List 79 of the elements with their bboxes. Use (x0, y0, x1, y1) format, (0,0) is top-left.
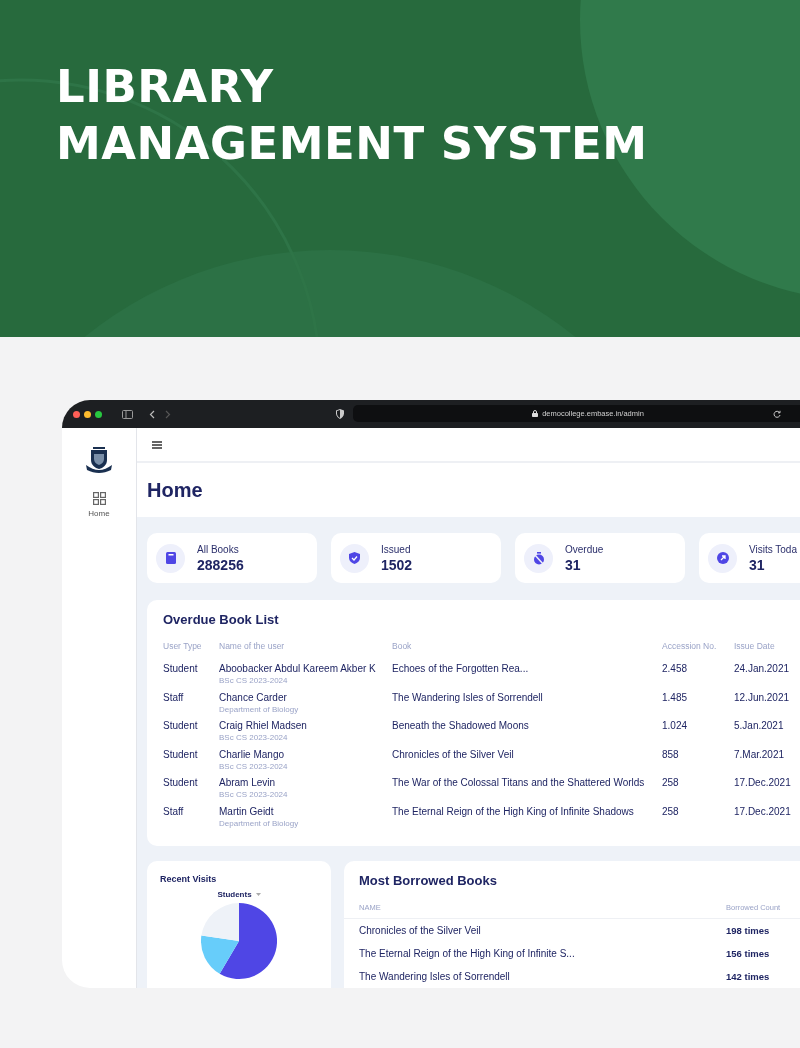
table-cell: Student (163, 663, 198, 674)
stat-value: 31 (565, 556, 582, 573)
column-header: User Type (163, 641, 202, 651)
sidebar-toggle-icon[interactable] (122, 409, 133, 419)
banner-title: LIBRARY (56, 59, 274, 115)
user-name: Chance Carder (219, 691, 287, 703)
table-cell: Chronicles of the Silver Veil (392, 748, 514, 760)
table-cell: 2.458 (662, 663, 688, 674)
user-detail: BSc CS 2023-2024 (219, 676, 288, 685)
stat-value: 288256 (197, 556, 244, 573)
table-cell: 5.Jan.2021 (734, 720, 784, 732)
timer-off-icon (532, 551, 545, 565)
nav-item[interactable]: Home (88, 492, 110, 518)
user-detail: BSc CS 2023-2024 (219, 761, 288, 771)
user-name: Martin Geidt (219, 805, 274, 817)
table-cell: 1.485 (662, 691, 688, 703)
caret-icon (255, 893, 261, 896)
table-cell: 12.Jun.2021 (734, 691, 790, 703)
table-cell: The Eternal Reign of the High King of Infinite Shadows (392, 805, 634, 817)
table-cell: The Wandering Isles of Sorrendell (392, 691, 543, 703)
borrow-count: 142 times (726, 971, 770, 982)
stat-label: Overdue (565, 543, 604, 555)
shield-icon[interactable] (336, 409, 344, 419)
user-name: Abram Levin (219, 777, 276, 789)
stat-label: Issued (381, 543, 412, 555)
lock-icon (532, 410, 539, 417)
card-title: Most Borrowed Books (359, 873, 497, 888)
user-detail: BSc CS 2023-2024 (219, 733, 288, 743)
table-cell: 258 (662, 805, 679, 817)
table-cell: 24.Jan.2021 (734, 663, 790, 674)
shield-icon (349, 552, 360, 564)
table-cell: 858 (662, 748, 679, 760)
card-title: Recent Visits (160, 874, 217, 884)
user-name: Aboobacker Abdul Kareem Akber K (219, 663, 376, 674)
borrow-count: 156 times (726, 948, 770, 959)
table-cell: 258 (662, 777, 679, 789)
minimize-window-button[interactable] (84, 410, 91, 418)
table-cell: Student (163, 777, 198, 789)
page-title: Home (147, 478, 203, 502)
table-cell: Student (163, 748, 198, 760)
stat-value: 31 (749, 556, 766, 573)
stat-label: All Books (197, 543, 240, 555)
borrow-count: 198 times (726, 925, 770, 936)
maximize-window-button[interactable] (95, 410, 102, 418)
reload-icon[interactable] (773, 409, 781, 418)
table-cell: 17.Dec.2021 (734, 805, 791, 817)
table-cell: Staff (163, 805, 184, 817)
table-cell: Staff (163, 691, 184, 703)
stat-value: 1502 (381, 556, 413, 573)
table-cell: Beneath the Shadowed Moons (392, 720, 529, 732)
user-detail: Department of Biology (219, 704, 299, 714)
grid-icon (92, 492, 106, 505)
book-icon (165, 552, 176, 564)
book-title: The Eternal Reign of the High King of Infinite S... (359, 948, 575, 959)
menu-icon[interactable] (152, 440, 162, 449)
filter-dropdown[interactable]: Students (217, 890, 261, 899)
table-cell: 1.024 (662, 720, 688, 732)
college-crest-logo (85, 444, 113, 474)
card-title: Overdue Book List (163, 612, 279, 627)
stat-label: Visits Toda (749, 543, 797, 555)
close-window-button[interactable] (73, 410, 80, 418)
user-name: Charlie Mango (219, 748, 285, 760)
arrow-icon (716, 552, 729, 564)
column-header: Book (392, 641, 412, 651)
banner-title: MANAGEMENT SYSTEM (56, 116, 648, 172)
table-cell: Student (163, 720, 198, 732)
table-cell: 7.Mar.2021 (734, 748, 785, 760)
book-title: Chronicles of the Silver Veil (359, 925, 481, 936)
back-icon[interactable] (149, 409, 155, 419)
column-header: Name of the user (219, 641, 285, 651)
user-detail: Department of Biology (219, 818, 299, 828)
book-title: The Wandering Isles of Sorrendell (359, 971, 510, 982)
table-cell: The War of the Colossal Titans and the Shattered Worlds (392, 777, 645, 789)
table-cell: 17.Dec.2021 (734, 777, 791, 789)
column-header: Accession No. (662, 641, 717, 651)
table-cell: Echoes of the Forgotten Rea... (392, 663, 529, 674)
user-detail: BSc CS 2023-2024 (219, 790, 288, 800)
user-name: Craig Rhiel Madsen (219, 720, 307, 732)
column-header: Issue Date (734, 641, 775, 651)
